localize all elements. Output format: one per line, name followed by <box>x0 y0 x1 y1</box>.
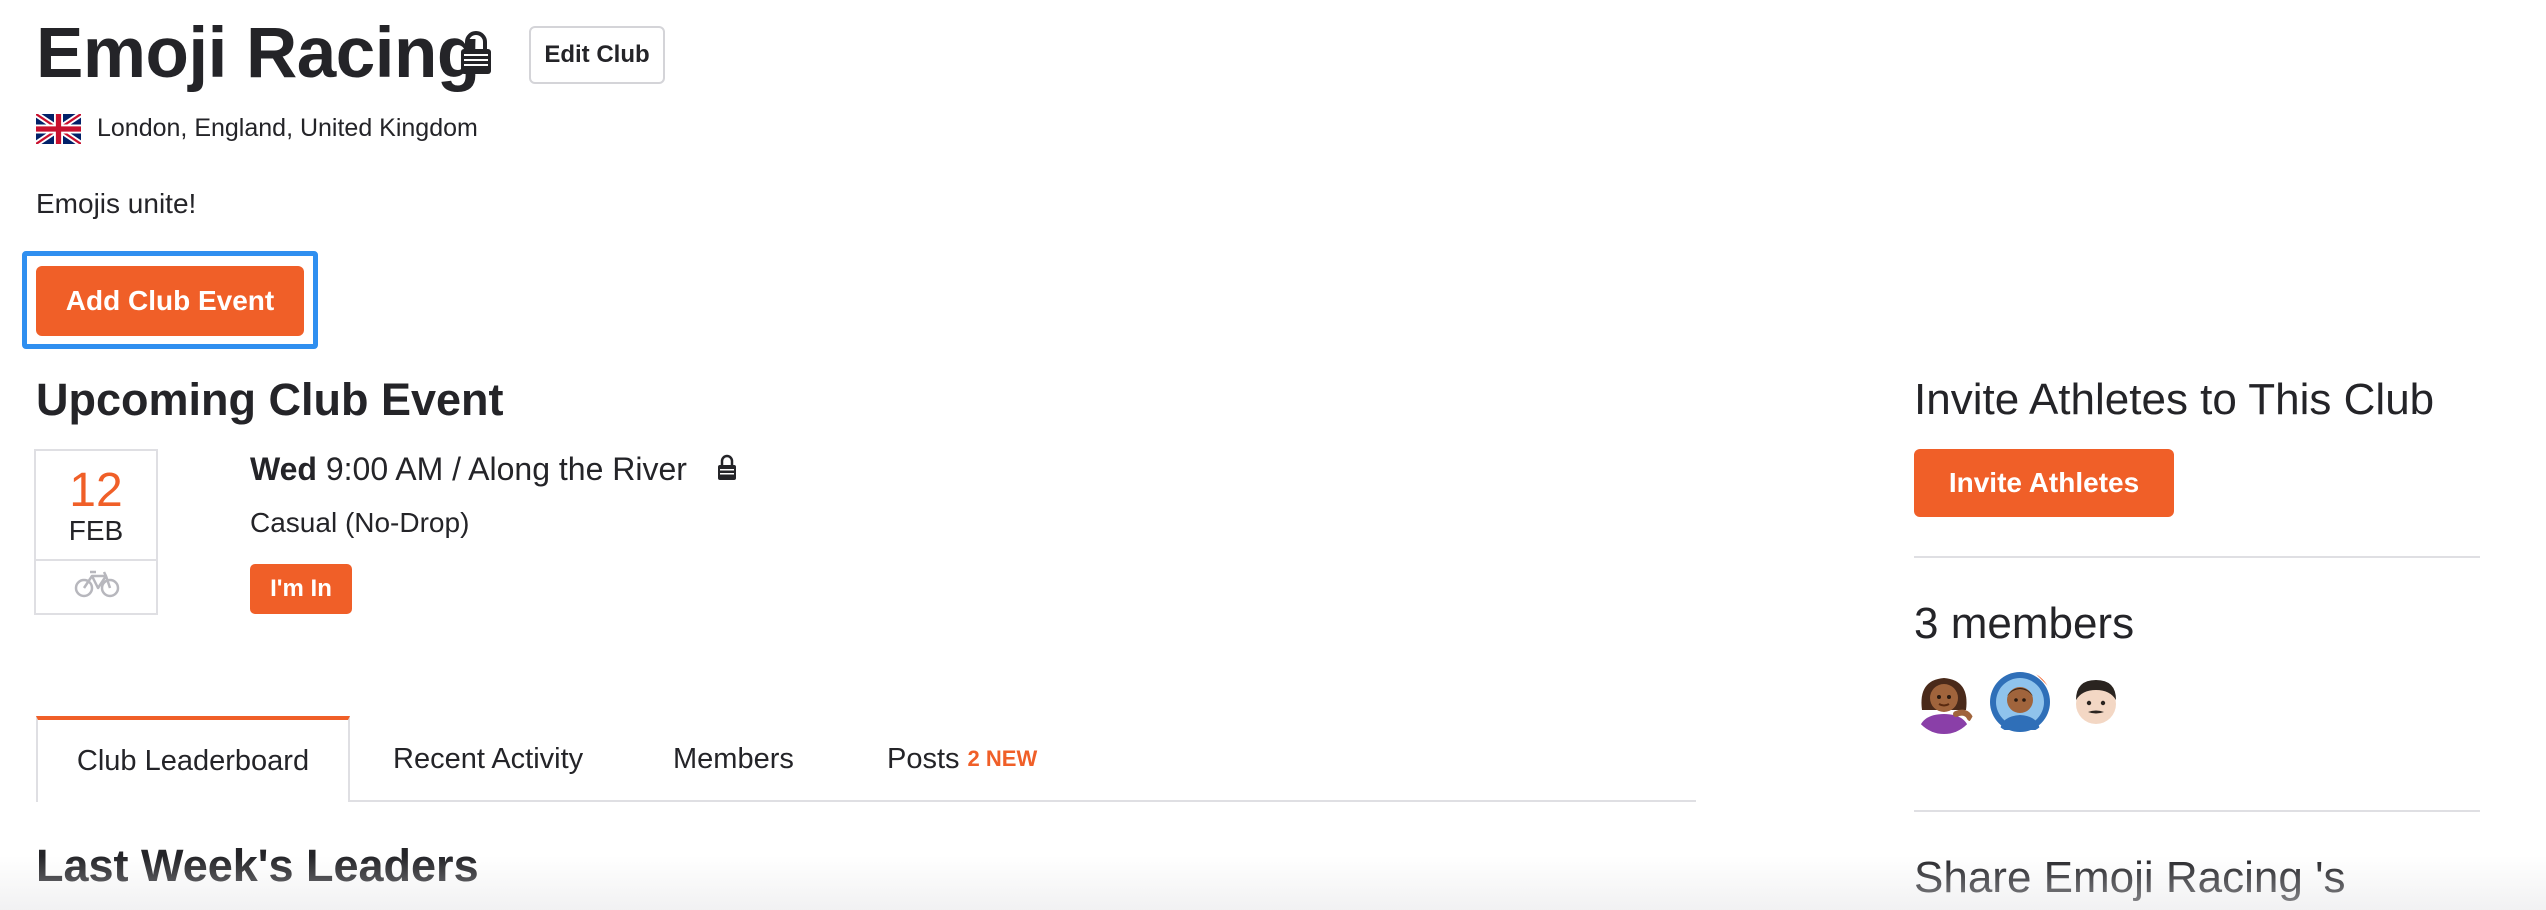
share-club-heading: Share Emoji Racing 's <box>1914 853 2346 902</box>
event-weekday: Wed <box>250 451 317 487</box>
sidebar-divider <box>1914 556 2480 558</box>
invite-athletes-button[interactable]: Invite Athletes <box>1914 449 2174 517</box>
event-time-place: 9:00 AM / Along the River <box>325 451 687 487</box>
event-lock-icon <box>718 454 736 480</box>
tab-club-leaderboard[interactable]: Club Leaderboard <box>36 716 350 802</box>
event-title[interactable]: Wed 9:00 AM / Along the River <box>250 447 687 491</box>
edit-club-button[interactable]: Edit Club <box>529 26 665 84</box>
club-location: London, England, United Kingdom <box>97 114 478 142</box>
event-pace: Casual (No-Drop) <box>250 507 470 538</box>
tab-posts-label: Posts <box>887 742 960 775</box>
private-lock-icon <box>461 31 491 74</box>
event-date-month: FEB <box>68 515 124 546</box>
members-count-heading: 3 members <box>1914 599 2135 648</box>
tab-members[interactable]: Members <box>673 716 794 802</box>
sidebar-divider <box>1914 810 2480 812</box>
add-club-event-button[interactable]: Add Club Event <box>36 266 304 336</box>
bike-icon <box>74 570 120 598</box>
im-in-button[interactable]: I'm In <box>250 564 352 614</box>
club-title: Emoji Racing <box>36 14 480 93</box>
event-date-card[interactable]: 12 FEB <box>34 449 158 615</box>
new-posts-badge: 2 NEW <box>967 746 1038 771</box>
club-description: Emojis unite! <box>36 188 197 219</box>
uk-flag-icon <box>36 114 81 144</box>
date-card-divider <box>36 559 156 561</box>
member-avatar[interactable] <box>2064 670 2128 734</box>
tab-posts[interactable]: Posts 2 NEW <box>887 716 1037 802</box>
last-week-leaders-heading: Last Week's Leaders <box>36 840 479 891</box>
invite-athletes-heading: Invite Athletes to This Club <box>1914 375 2435 424</box>
tab-recent-activity[interactable]: Recent Activity <box>393 716 583 802</box>
upcoming-event-heading: Upcoming Club Event <box>36 374 504 425</box>
member-avatar[interactable] <box>1912 670 1976 734</box>
member-avatar[interactable] <box>1988 670 2052 734</box>
